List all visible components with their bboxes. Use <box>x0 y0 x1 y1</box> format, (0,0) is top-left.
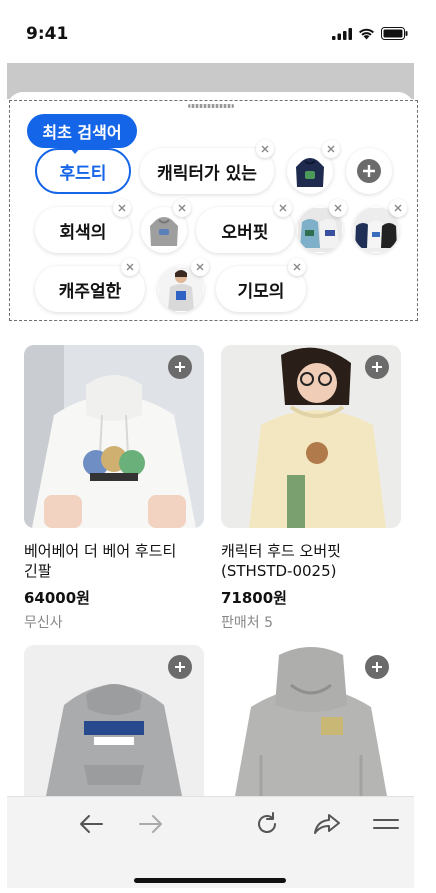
close-icon[interactable] <box>288 258 306 276</box>
close-icon[interactable] <box>329 199 347 217</box>
status-time: 9:41 <box>26 24 69 44</box>
sheet-drag-handle[interactable] <box>188 104 234 108</box>
search-chip-hoodie[interactable]: 후드티 <box>35 148 131 194</box>
close-icon[interactable] <box>389 199 407 217</box>
close-icon[interactable] <box>121 258 139 276</box>
refresh-button[interactable] <box>251 808 283 840</box>
refresh-icon <box>258 812 276 833</box>
product-title-2[interactable]: 캐릭터 후드 오버핏 (STHSTD-0025) <box>221 541 421 581</box>
close-icon[interactable] <box>256 140 274 158</box>
status-bar: 9:41 <box>0 0 436 62</box>
status-icons <box>332 27 408 40</box>
share-button[interactable] <box>311 808 343 840</box>
product-seller-1: 무신사 <box>24 615 63 631</box>
forward-arrow-icon <box>139 815 162 833</box>
add-to-cart-button[interactable] <box>168 655 192 679</box>
product-seller-2: 판매처 5 <box>221 615 273 631</box>
menu-button[interactable] <box>370 808 402 840</box>
product-price-1: 64000원 <box>24 589 90 607</box>
plus-icon <box>372 662 382 672</box>
signal-icon <box>332 27 352 40</box>
add-to-cart-button[interactable] <box>365 355 389 379</box>
browser-toolbar <box>7 796 414 888</box>
add-filter-button[interactable] <box>346 148 392 194</box>
plus-icon <box>372 362 382 372</box>
wifi-icon <box>359 28 374 40</box>
share-icon <box>314 814 340 834</box>
product-price-2: 71800원 <box>221 589 287 607</box>
close-icon[interactable] <box>173 199 191 217</box>
product-title-1[interactable]: 베어베어 더 베어 후드티 긴팔 <box>24 541 224 581</box>
plus-icon <box>175 362 185 372</box>
home-indicator[interactable] <box>134 878 286 883</box>
back-button[interactable] <box>75 808 107 840</box>
back-arrow-icon <box>80 815 103 833</box>
close-icon[interactable] <box>191 258 209 276</box>
close-icon[interactable] <box>274 199 292 217</box>
add-to-cart-button[interactable] <box>365 655 389 679</box>
search-chip-character[interactable]: 캐릭터가 있는 <box>140 148 274 194</box>
plus-icon <box>175 662 185 672</box>
forward-button[interactable] <box>135 808 167 840</box>
menu-icon <box>373 819 399 829</box>
close-icon[interactable] <box>113 199 131 217</box>
close-icon[interactable] <box>322 140 340 158</box>
plus-icon <box>357 159 381 183</box>
first-search-badge: 최초 검색어 <box>27 114 137 154</box>
add-to-cart-button[interactable] <box>168 355 192 379</box>
battery-icon <box>381 27 408 40</box>
